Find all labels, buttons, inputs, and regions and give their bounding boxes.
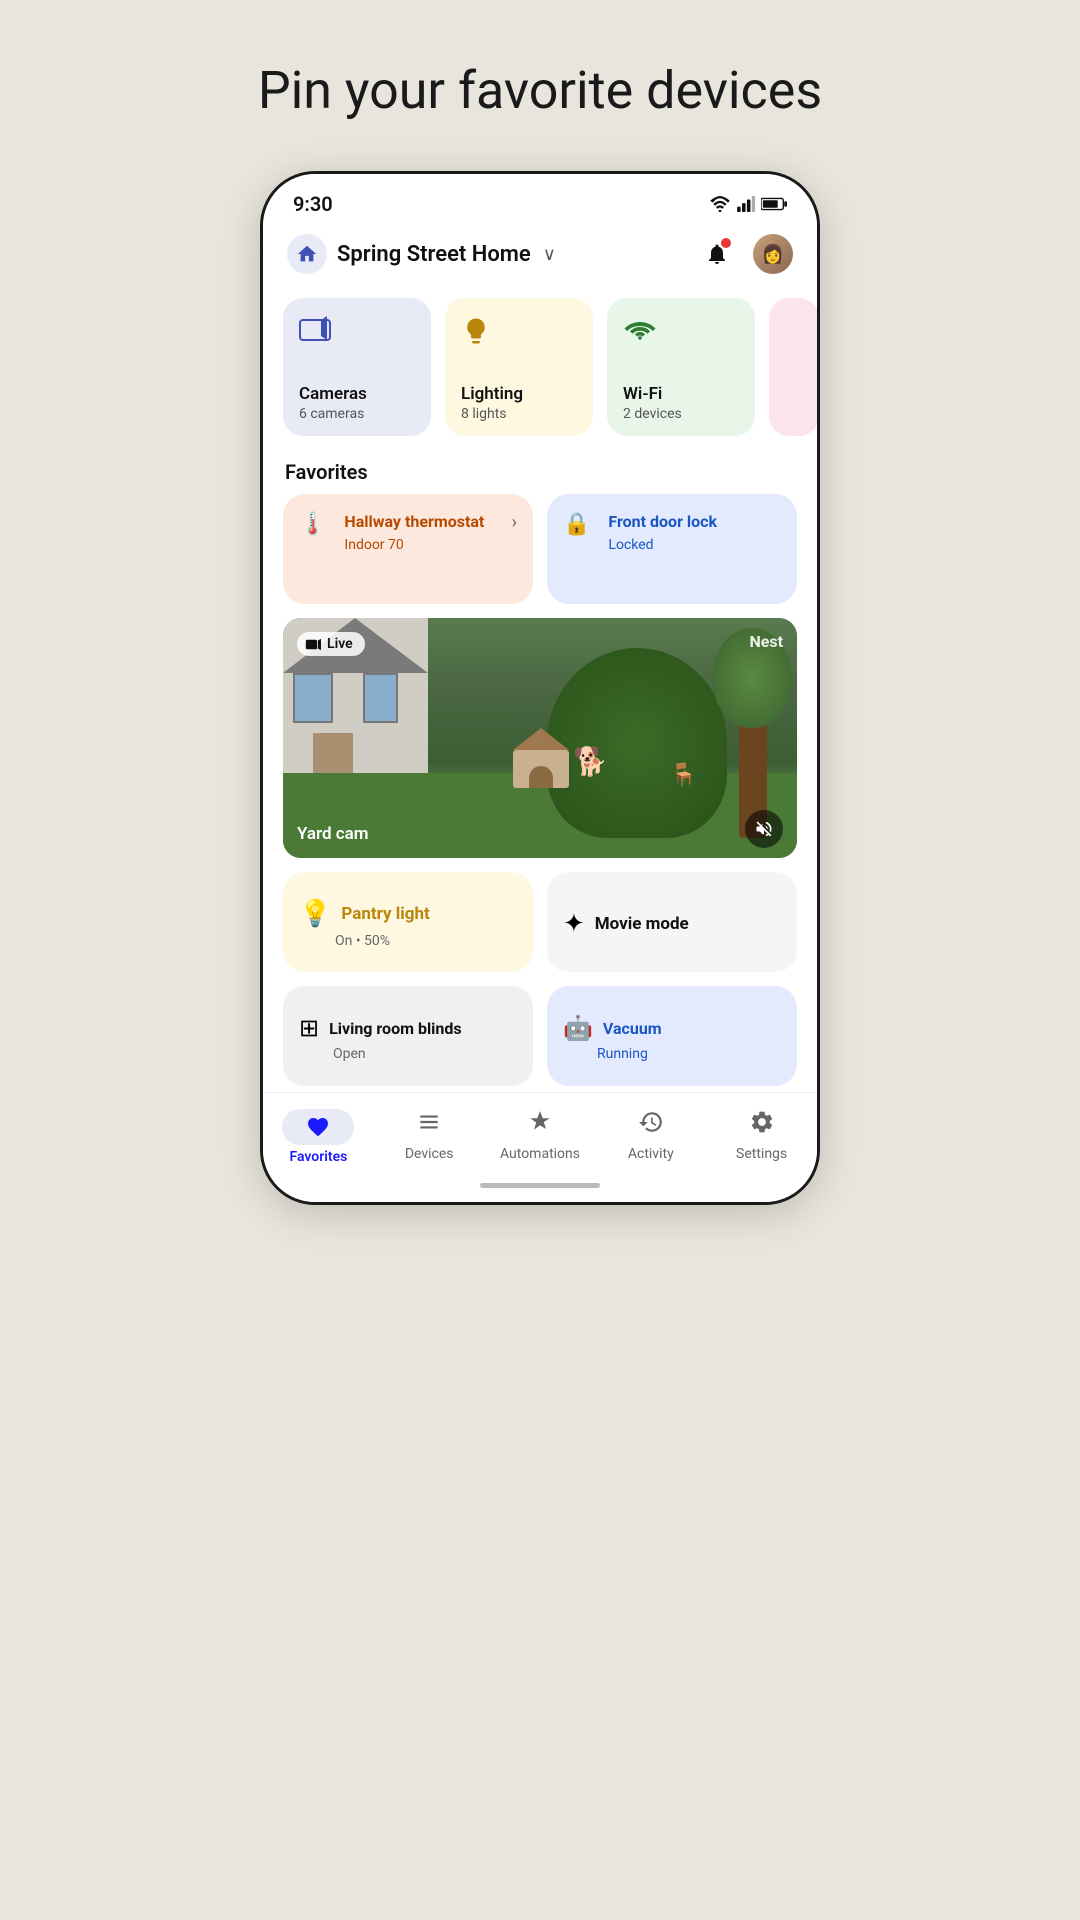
- category-card-cameras[interactable]: Cameras 6 cameras: [283, 298, 431, 436]
- status-time: 9:30: [293, 192, 333, 216]
- nav-devices-icon: [416, 1109, 442, 1142]
- door-lock-icon: 🔒: [563, 512, 590, 537]
- phone-shell: 9:30: [260, 171, 820, 1205]
- favorite-card-vacuum[interactable]: 🤖 Vacuum Running: [547, 986, 797, 1086]
- favorite-card-blinds[interactable]: ⊞ Living room blinds Open: [283, 986, 533, 1086]
- nav-item-favorites[interactable]: Favorites: [263, 1103, 374, 1171]
- pantry-light-name: Pantry light: [341, 904, 429, 924]
- blinds-status: Open: [299, 1046, 517, 1062]
- lighting-count: 8 lights: [461, 406, 577, 422]
- favorite-card-thermostat[interactable]: 🌡️ Hallway thermostat Indoor 70 ›: [283, 494, 533, 604]
- nav-favorites-icon: [306, 1115, 330, 1139]
- category-card-wifi[interactable]: Wi-Fi 2 devices: [607, 298, 755, 436]
- camera-name-label: Yard cam: [297, 824, 369, 844]
- camera-feed[interactable]: 🐕 🪑 Live Nest Yard cam: [283, 618, 797, 858]
- user-avatar[interactable]: 👩: [753, 234, 793, 274]
- app-header: Spring Street Home ∨ 👩: [263, 224, 817, 288]
- blinds-name: Living room blinds: [329, 1019, 462, 1038]
- nav-item-automations[interactable]: Automations: [485, 1103, 596, 1171]
- wifi-count: 2 devices: [623, 406, 739, 422]
- home-bar: [480, 1183, 600, 1188]
- vacuum-icon: 🤖: [563, 1014, 593, 1042]
- home-icon: [296, 243, 318, 265]
- live-badge: Live: [297, 632, 365, 656]
- live-label: Live: [327, 636, 353, 652]
- home-selector-chevron-icon: ∨: [543, 244, 556, 265]
- status-icons: [709, 196, 787, 212]
- scene-pet: 🐕: [573, 745, 608, 778]
- wifi-signal-icon: [709, 196, 731, 212]
- notifications-button[interactable]: [699, 236, 735, 272]
- pantry-light-status: On • 50%: [299, 933, 517, 949]
- pantry-light-icon: 💡: [299, 899, 331, 929]
- movie-mode-name: Movie mode: [595, 914, 689, 934]
- home-name-label: Spring Street Home: [337, 242, 531, 267]
- nav-devices-label: Devices: [405, 1146, 454, 1162]
- camera-small-icon: [305, 638, 321, 651]
- wifi-icon: [623, 316, 657, 342]
- scene-doghouse: [513, 728, 569, 788]
- lighting-icon: [461, 316, 491, 346]
- door-lock-name: Front door lock: [608, 512, 717, 531]
- battery-icon: [761, 197, 787, 211]
- nav-automations-icon: [527, 1109, 553, 1142]
- bottom-navigation: Favorites Devices Automations: [263, 1092, 817, 1175]
- camera-brand-label: Nest: [749, 632, 783, 651]
- cameras-count: 6 cameras: [299, 406, 415, 422]
- nav-settings-icon: [749, 1109, 775, 1142]
- scene-window-2: [363, 673, 398, 723]
- bottom-cards-row1: 💡 Pantry light On • 50% ✦ Movie mode: [263, 872, 817, 986]
- favorites-section-label: Favorites: [263, 446, 817, 494]
- signal-bars-icon: [737, 196, 755, 212]
- nav-favorites-label: Favorites: [289, 1149, 347, 1165]
- nav-item-activity[interactable]: Activity: [595, 1103, 706, 1171]
- scene-window: [293, 673, 333, 723]
- home-indicator: [263, 1175, 817, 1202]
- page-title: Pin your favorite devices: [258, 60, 822, 121]
- thermostat-status: Indoor 70: [344, 537, 484, 553]
- notification-dot: [721, 238, 731, 248]
- thermostat-icon: 🌡️: [299, 512, 326, 537]
- camera-mute-button[interactable]: [745, 810, 783, 848]
- favorite-card-pantry-light[interactable]: 💡 Pantry light On • 50%: [283, 872, 533, 972]
- camera-icon: [299, 316, 331, 342]
- thermostat-chevron-icon: ›: [512, 512, 517, 533]
- nav-item-devices[interactable]: Devices: [374, 1103, 485, 1171]
- category-card-lighting[interactable]: Lighting 8 lights: [445, 298, 593, 436]
- lighting-label: Lighting: [461, 384, 577, 404]
- nav-activity-label: Activity: [628, 1146, 674, 1162]
- vacuum-name: Vacuum: [603, 1019, 662, 1038]
- blinds-icon: ⊞: [299, 1014, 319, 1042]
- nav-activity-icon: [638, 1109, 664, 1142]
- home-icon-background: [287, 234, 327, 274]
- movie-mode-icon: ✦: [563, 909, 585, 939]
- cameras-label: Cameras: [299, 384, 415, 404]
- nav-settings-label: Settings: [736, 1146, 787, 1162]
- thermostat-name: Hallway thermostat: [344, 512, 484, 531]
- nav-automations-label: Automations: [500, 1146, 580, 1162]
- door-lock-status: Locked: [608, 537, 717, 553]
- favorite-card-movie-mode[interactable]: ✦ Movie mode: [547, 872, 797, 972]
- scene-chairs: 🪑: [670, 763, 697, 788]
- mute-icon: [754, 819, 774, 839]
- favorites-row: 🌡️ Hallway thermostat Indoor 70 › 🔒 Fron…: [263, 494, 817, 618]
- camera-scene: 🐕 🪑: [283, 618, 797, 858]
- category-card-partial[interactable]: [769, 298, 817, 436]
- nav-item-settings[interactable]: Settings: [706, 1103, 817, 1171]
- favorite-card-door-lock[interactable]: 🔒 Front door lock Locked: [547, 494, 797, 604]
- status-bar: 9:30: [263, 174, 817, 224]
- header-right-actions: 👩: [699, 234, 793, 274]
- scene-bushes: [547, 648, 727, 838]
- home-selector[interactable]: Spring Street Home ∨: [287, 234, 556, 274]
- categories-row: Cameras 6 cameras Lighting 8 lights Wi-F…: [263, 288, 817, 446]
- bottom-cards-row2: ⊞ Living room blinds Open 🤖 Vacuum Runni…: [263, 986, 817, 1092]
- wifi-label: Wi-Fi: [623, 384, 739, 404]
- vacuum-status: Running: [563, 1046, 781, 1062]
